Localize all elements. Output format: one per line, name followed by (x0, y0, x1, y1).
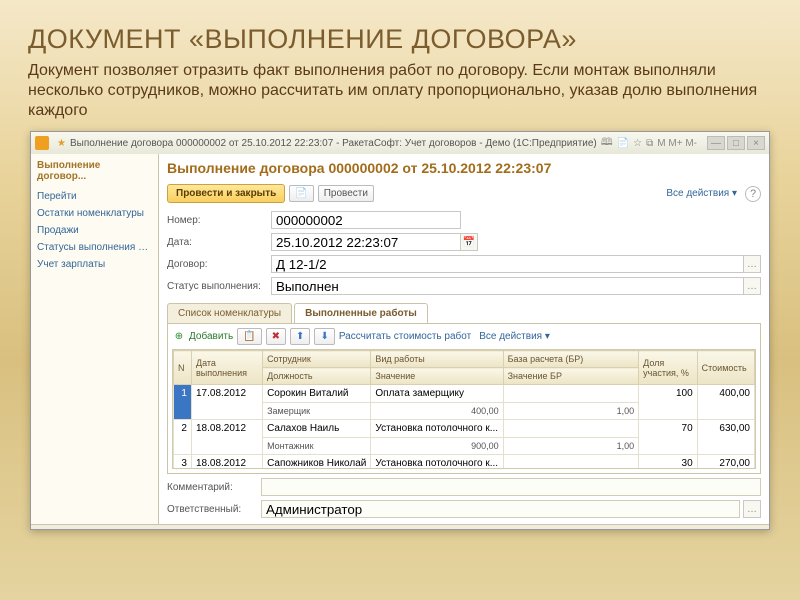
minimize-button[interactable]: — (707, 136, 725, 150)
works-grid[interactable]: N Дата выполнения Сотрудник Вид работы Б… (172, 349, 756, 469)
toolbar-icon[interactable]: ☆ (633, 138, 642, 149)
col-n[interactable]: N (174, 351, 192, 385)
lookup-icon[interactable]: … (743, 277, 761, 295)
toolbar: Провести и закрыть 📄 Провести Все действ… (167, 184, 761, 203)
sidebar-item-salary[interactable]: Учет зарплаты (37, 256, 152, 273)
sub-all-actions[interactable]: Все действия ▾ (479, 331, 550, 342)
toolbar-icon[interactable]: ⧉ (646, 138, 653, 149)
star-icon: ★ (57, 138, 66, 149)
all-actions-link[interactable]: Все действия ▾ (666, 188, 737, 199)
sidebar-title: Выполнение договор... (37, 160, 152, 182)
table-row[interactable]: 218.08.2012Салахов НаильУстановка потоло… (174, 420, 755, 438)
save-button[interactable]: 📄 (289, 185, 313, 202)
sidebar-item-balance[interactable]: Остатки номенклатуры (37, 205, 152, 222)
move-up-button[interactable]: ⬆ (290, 328, 310, 345)
app-icon (35, 136, 49, 150)
date-input[interactable] (271, 233, 461, 251)
post-button[interactable]: Провести (318, 185, 374, 202)
col-date[interactable]: Дата выполнения (191, 351, 262, 385)
status-input[interactable] (271, 277, 744, 295)
slide-title: ДОКУМЕНТ «ВЫПОЛНЕНИЕ ДОГОВОРА» (28, 24, 772, 55)
titlebar: ★ Выполнение договора 000000002 от 25.10… (31, 132, 769, 154)
comment-label: Комментарий: (167, 482, 257, 493)
col-base[interactable]: База расчета (БР) (503, 351, 639, 368)
contract-input[interactable] (271, 255, 744, 273)
number-input[interactable] (271, 211, 461, 229)
toolbar-icon[interactable]: 📄 (617, 138, 629, 149)
sidebar-item-goto[interactable]: Перейти (37, 188, 152, 205)
document-title: Выполнение договора 000000002 от 25.10.2… (167, 160, 761, 176)
post-close-button[interactable]: Провести и закрыть (167, 184, 285, 203)
app-window: ★ Выполнение договора 000000002 от 25.10… (30, 131, 770, 530)
sidebar-item-sales[interactable]: Продажи (37, 222, 152, 239)
tab-nomenclature[interactable]: Список номенклатуры (167, 303, 292, 323)
responsible-label: Ответственный: (167, 504, 257, 515)
table-row[interactable]: 318.08.2012Сапожников НиколайУстановка п… (174, 455, 755, 470)
size-indicator: M M+ M- (657, 138, 697, 149)
sidebar-item-status[interactable]: Статусы выполнения дого... (37, 239, 152, 256)
statusbar (31, 524, 769, 529)
col-share[interactable]: Доля участия, % (639, 351, 697, 385)
slide-body: Документ позволяет отразить факт выполне… (28, 61, 772, 121)
col-value[interactable]: Значение (371, 368, 503, 385)
calc-cost-link[interactable]: Рассчитать стоимость работ (339, 331, 471, 342)
responsible-input[interactable] (261, 500, 740, 518)
col-position[interactable]: Должность (263, 368, 371, 385)
lookup-icon[interactable]: … (743, 500, 761, 518)
window-title: Выполнение договора 000000002 от 25.10.2… (70, 138, 601, 149)
col-cost[interactable]: Стоимость (697, 351, 754, 385)
tab-completed-works[interactable]: Выполненные работы (294, 303, 428, 323)
lookup-icon[interactable]: … (743, 255, 761, 273)
tab-body: ⊕Добавить 📋 ✖ ⬆ ⬇ Рассчитать стоимость р… (167, 323, 761, 474)
status-label: Статус выполнения: (167, 281, 271, 292)
calendar-icon[interactable]: 📅 (460, 233, 478, 251)
col-work[interactable]: Вид работы (371, 351, 503, 368)
col-employee[interactable]: Сотрудник (263, 351, 371, 368)
close-button[interactable]: × (747, 136, 765, 150)
help-icon[interactable]: ? (745, 186, 761, 202)
comment-input[interactable] (261, 478, 761, 496)
number-label: Номер: (167, 215, 271, 226)
table-row[interactable]: 117.08.2012Сорокин ВиталийОплата замерщи… (174, 385, 755, 403)
tabs: Список номенклатуры Выполненные работы (167, 303, 761, 323)
col-baseval[interactable]: Значение БР (503, 368, 639, 385)
move-down-button[interactable]: ⬇ (314, 328, 334, 345)
main-panel: Выполнение договора 000000002 от 25.10.2… (159, 154, 769, 524)
plus-icon: ⊕ (172, 330, 186, 344)
copy-button[interactable]: 📋 (237, 328, 261, 345)
toolbar-icon[interactable]: 🕮 (601, 135, 613, 152)
contract-label: Договор: (167, 259, 271, 270)
date-label: Дата: (167, 237, 271, 248)
sidebar: Выполнение договор... Перейти Остатки но… (31, 154, 159, 524)
maximize-button[interactable]: □ (727, 136, 745, 150)
sub-toolbar: ⊕Добавить 📋 ✖ ⬆ ⬇ Рассчитать стоимость р… (172, 328, 756, 345)
add-button[interactable]: ⊕Добавить (172, 330, 233, 344)
delete-button[interactable]: ✖ (266, 328, 286, 345)
